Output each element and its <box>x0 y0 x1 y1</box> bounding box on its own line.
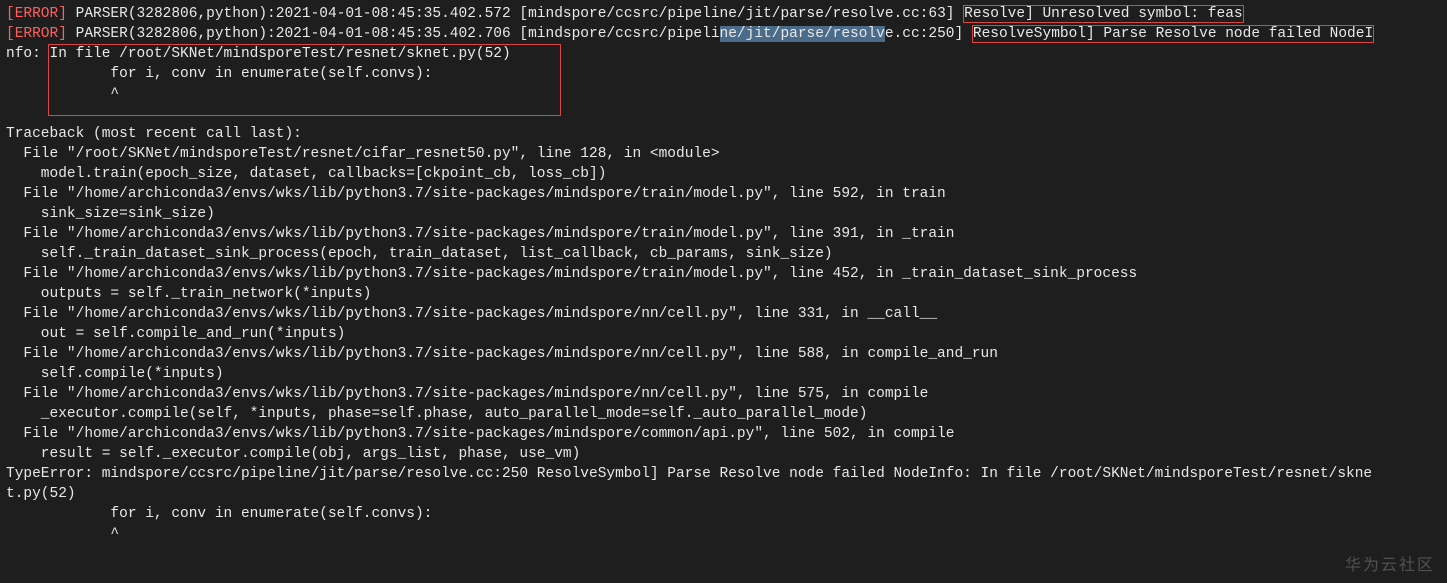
text-selection: ne/jit/parse/resolv <box>720 26 885 42</box>
type-error-line: t.py(52) <box>6 486 76 502</box>
tb-frame-file: File "/root/SKNet/mindsporeTest/resnet/c… <box>6 146 720 162</box>
watermark: 华为云社区 <box>1345 555 1435 577</box>
type-error-line: TypeError: mindspore/ccsrc/pipeline/jit/… <box>6 466 1372 482</box>
tb-frame-code: out = self.compile_and_run(*inputs) <box>6 326 345 342</box>
tb-frame-code: self._train_dataset_sink_process(epoch, … <box>6 246 833 262</box>
type-error-line: for i, conv in enumerate(self.convs): <box>6 506 432 522</box>
tb-frame-code: _executor.compile(self, *inputs, phase=s… <box>6 406 867 422</box>
error-tag: [ERROR] <box>6 26 67 42</box>
type-error-line: ^ <box>6 526 119 542</box>
tb-frame-file: File "/home/archiconda3/envs/wks/lib/pyt… <box>6 426 954 442</box>
terminal-output[interactable]: [ERROR] PARSER(3282806,python):2021-04-0… <box>0 0 1447 548</box>
nodeinfo-line-3: ^ <box>6 86 119 102</box>
error-line-2: PARSER(3282806,python):2021-04-01-08:45:… <box>67 25 1374 43</box>
traceback-header: Traceback (most recent call last): <box>6 126 302 142</box>
tb-frame-code: self.compile(*inputs) <box>6 366 224 382</box>
tb-frame-file: File "/home/archiconda3/envs/wks/lib/pyt… <box>6 306 937 322</box>
nodeinfo-line-2: for i, conv in enumerate(self.convs): <box>6 66 432 82</box>
tb-frame-code: sink_size=sink_size) <box>6 206 215 222</box>
highlight-1: Resolve] Unresolved symbol: feas <box>963 5 1243 23</box>
tb-frame-file: File "/home/archiconda3/envs/wks/lib/pyt… <box>6 386 928 402</box>
tb-frame-file: File "/home/archiconda3/envs/wks/lib/pyt… <box>6 266 1137 282</box>
error-tag: [ERROR] <box>6 6 67 22</box>
tb-frame-file: File "/home/archiconda3/envs/wks/lib/pyt… <box>6 186 946 202</box>
nodeinfo-line-1: nfo: In file /root/SKNet/mindsporeTest/r… <box>6 46 511 62</box>
tb-frame-code: result = self._executor.compile(obj, arg… <box>6 446 580 462</box>
highlight-2: ResolveSymbol] Parse Resolve node failed… <box>972 25 1374 43</box>
tb-frame-code: outputs = self._train_network(*inputs) <box>6 286 371 302</box>
tb-frame-file: File "/home/archiconda3/envs/wks/lib/pyt… <box>6 346 998 362</box>
tb-frame-code: model.train(epoch_size, dataset, callbac… <box>6 166 606 182</box>
error-line-1: PARSER(3282806,python):2021-04-01-08:45:… <box>67 5 1244 23</box>
tb-frame-file: File "/home/archiconda3/envs/wks/lib/pyt… <box>6 226 954 242</box>
